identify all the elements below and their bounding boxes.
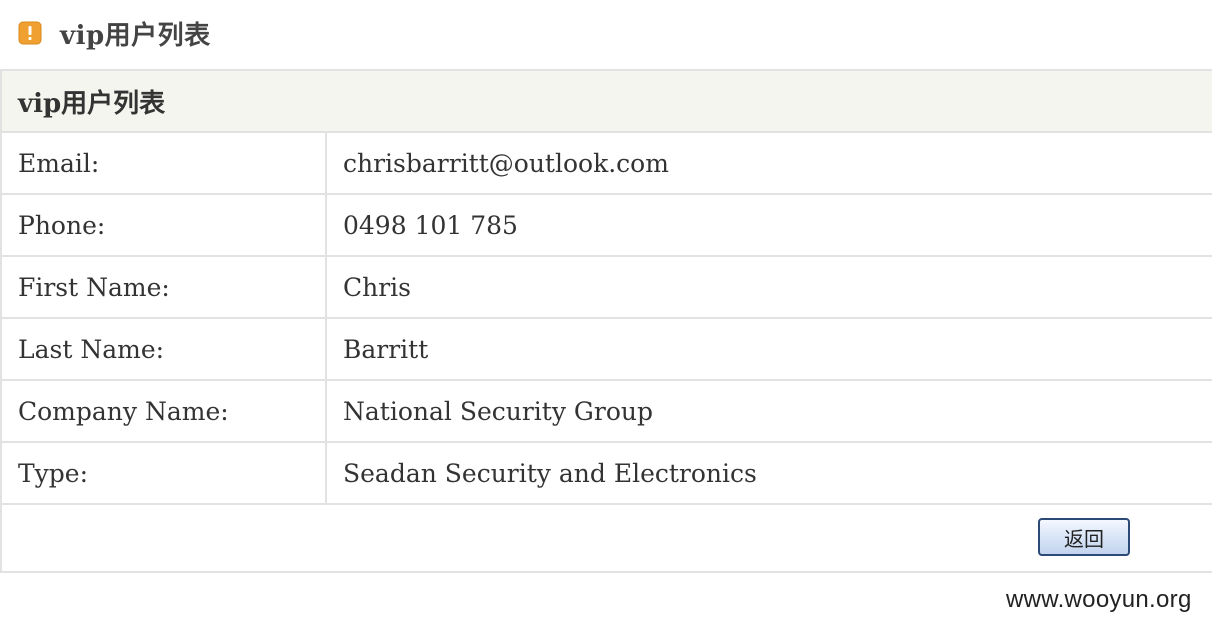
last-name-label: Last Name: — [2, 318, 327, 381]
warning-icon — [18, 21, 42, 45]
first-name-label: First Name: — [2, 256, 327, 319]
table-row: Type: Seadan Security and Electronics — [2, 442, 1212, 505]
email-value: chrisbarritt@outlook.com — [326, 133, 1212, 195]
email-label: Email: — [2, 133, 327, 195]
table-row: First Name: Chris — [2, 256, 1212, 319]
table-row: Email: chrisbarritt@outlook.com — [2, 133, 1212, 195]
vip-user-panel: vip用户列表 Email: chrisbarritt@outlook.com … — [0, 69, 1212, 573]
company-name-value: National Security Group — [326, 380, 1212, 443]
panel-title: vip用户列表 — [18, 88, 166, 119]
table-row: Phone: 0498 101 785 — [2, 194, 1212, 257]
first-name-value: Chris — [326, 256, 1212, 319]
back-button[interactable]: 返回 — [1038, 518, 1130, 556]
phone-label: Phone: — [2, 194, 327, 257]
company-name-label: Company Name: — [2, 380, 327, 443]
page-title: vip用户列表 — [60, 20, 211, 51]
phone-value: 0498 101 785 — [326, 194, 1212, 257]
panel-header: vip用户列表 — [2, 71, 1212, 133]
watermark: www.wooyun.org — [1006, 586, 1192, 613]
table-row: Last Name: Barritt — [2, 318, 1212, 381]
user-info-table: Email: chrisbarritt@outlook.com Phone: 0… — [2, 133, 1212, 505]
type-label: Type: — [2, 442, 327, 505]
panel-footer: 返回 — [2, 505, 1212, 571]
page-header: vip用户列表 — [18, 14, 211, 52]
last-name-value: Barritt — [326, 318, 1212, 381]
type-value: Seadan Security and Electronics — [326, 442, 1212, 505]
table-row: Company Name: National Security Group — [2, 380, 1212, 443]
